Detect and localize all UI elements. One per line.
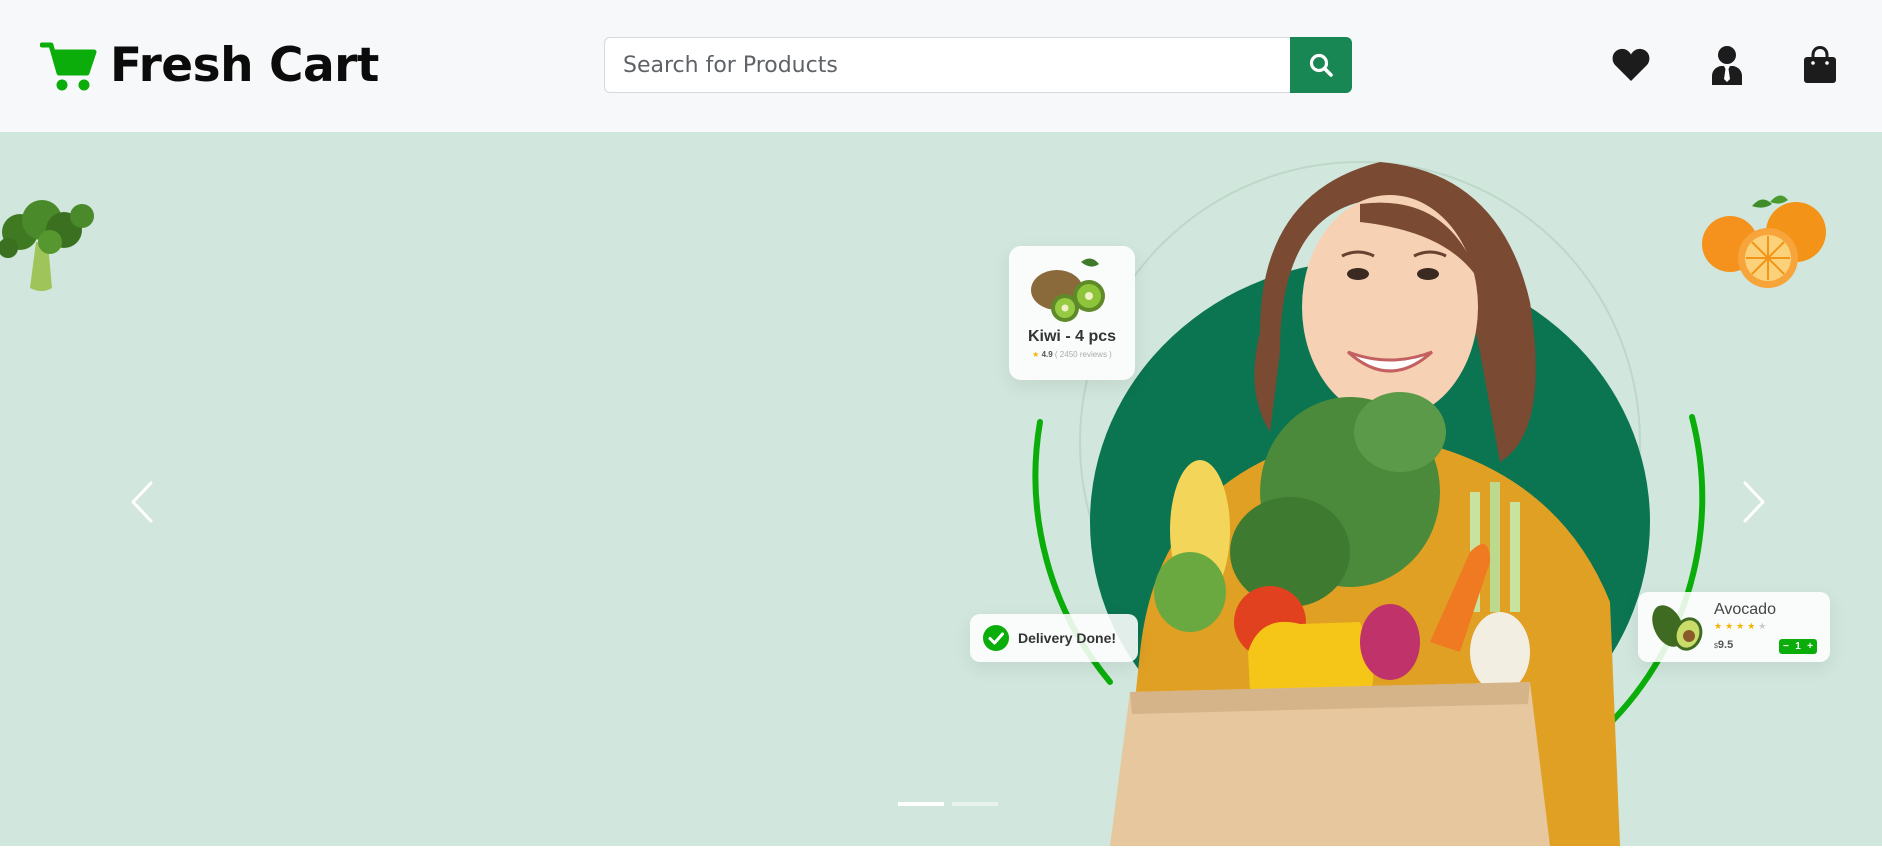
checkmark-circle-icon xyxy=(983,625,1009,651)
kiwi-rating-value: 4.9 xyxy=(1041,350,1053,359)
star-icon: ★ xyxy=(1032,350,1040,359)
avocado-rating-stars: ★★★★★ xyxy=(1714,621,1770,631)
decrement-button[interactable]: − xyxy=(1783,641,1789,652)
brand-logo-link[interactable]: Fresh Cart xyxy=(40,38,379,93)
carousel-prev-button[interactable] xyxy=(112,462,172,542)
kiwi-review-count: ( 2450 reviews ) xyxy=(1054,350,1112,359)
site-header: Fresh Cart xyxy=(0,0,1882,132)
increment-button[interactable]: + xyxy=(1807,641,1813,652)
avocado-image xyxy=(1652,605,1703,651)
user-icon xyxy=(1712,46,1742,85)
quantity-stepper: − 1 + xyxy=(1779,639,1817,654)
account-button[interactable] xyxy=(1704,42,1750,88)
kiwi-rating: ★ 4.9 ( 2450 reviews ) xyxy=(1009,350,1135,359)
avocado-price: $9.5 xyxy=(1714,639,1733,651)
search-button[interactable] xyxy=(1290,37,1352,93)
broccoli-image xyxy=(0,200,94,291)
kiwi-title: Kiwi - 4 pcs xyxy=(1027,328,1117,345)
wishlist-button[interactable] xyxy=(1608,42,1654,88)
kiwi-product-card[interactable]: Kiwi - 4 pcs ★ 4.9 ( 2450 reviews ) xyxy=(1009,246,1135,380)
carousel-indicator-1[interactable] xyxy=(898,802,944,806)
carousel-indicators xyxy=(898,802,998,806)
search-icon xyxy=(1309,53,1333,77)
hero-woman-groceries-image xyxy=(1032,161,1706,846)
price-value: 9.5 xyxy=(1717,639,1734,651)
avocado-product-card[interactable]: Avocado ★★★★★ $9.5 − 1 + xyxy=(1638,592,1830,662)
carousel-indicator-2[interactable] xyxy=(952,802,998,806)
quantity-value: 1 xyxy=(1795,641,1801,652)
kiwi-image xyxy=(1031,258,1105,322)
shopping-bag-icon xyxy=(1804,46,1836,83)
shopping-cart-icon xyxy=(40,42,97,90)
delivery-status-card: Delivery Done! xyxy=(970,614,1138,662)
heart-icon xyxy=(1612,48,1650,81)
hero-carousel: Kiwi - 4 pcs ★ 4.9 ( 2450 reviews ) Deli… xyxy=(0,132,1882,846)
chevron-left-icon xyxy=(131,481,153,523)
page-bottom-strip xyxy=(0,846,1882,862)
avocado-name: Avocado xyxy=(1714,601,1776,618)
carousel-next-button[interactable] xyxy=(1724,462,1784,542)
brand-name: Fresh Cart xyxy=(110,38,379,93)
chevron-right-icon xyxy=(1743,481,1765,523)
search-bar xyxy=(604,37,1352,93)
delivery-status-text: Delivery Done! xyxy=(1018,630,1117,646)
cart-button[interactable] xyxy=(1797,42,1843,88)
search-input[interactable] xyxy=(604,37,1290,93)
